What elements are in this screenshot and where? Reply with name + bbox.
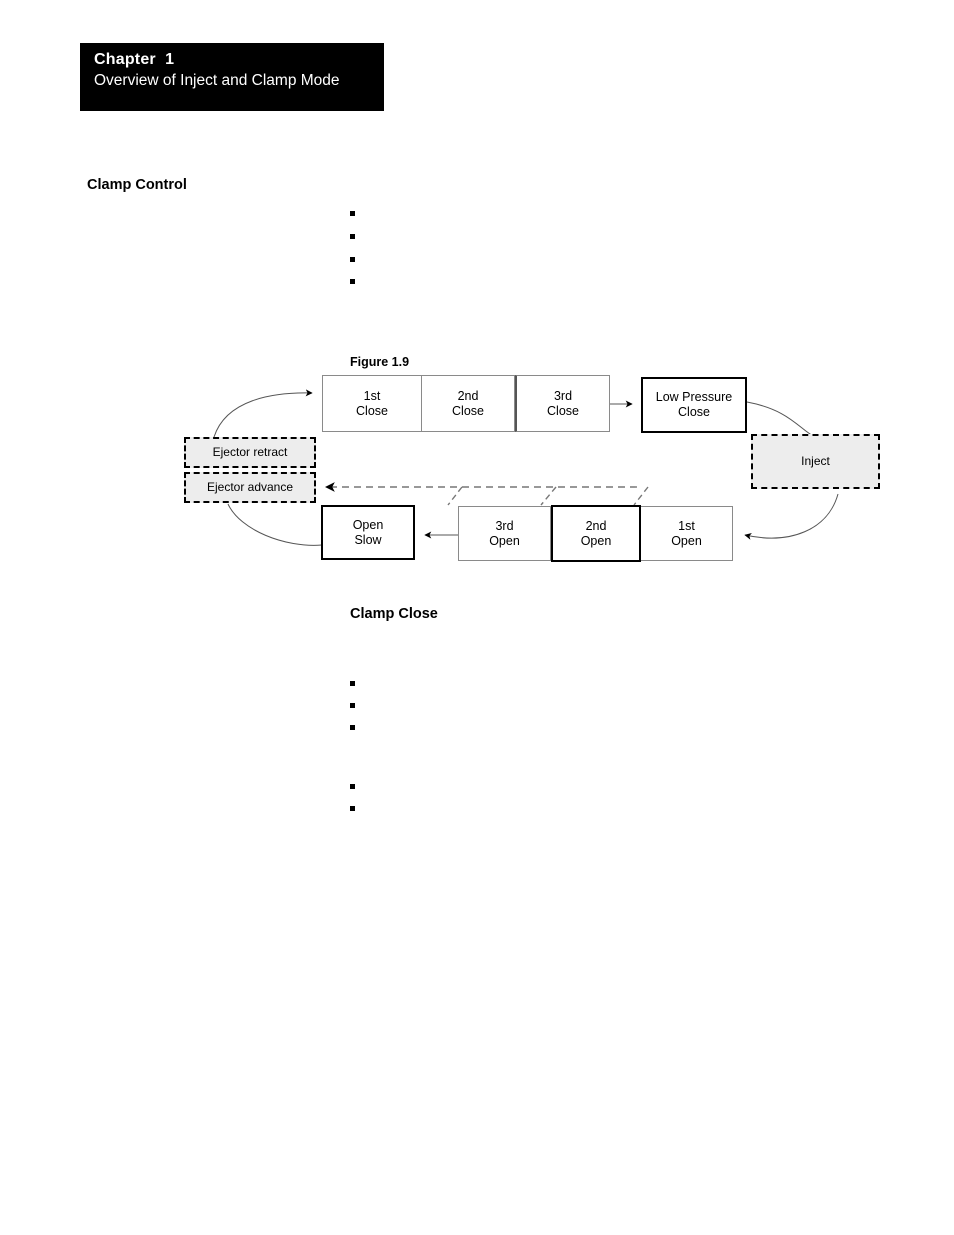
document-page: Chapter 1 Overview of Inject and Clamp M… [0, 0, 954, 1235]
section-heading-clamp-control: Clamp Control [87, 177, 187, 193]
bullet-marker [350, 234, 355, 239]
connector-ejector-to-first-close [213, 389, 313, 438]
bullet-marker [350, 703, 355, 708]
connector-dashed-drop-third-open [447, 486, 463, 506]
bullet-marker [350, 784, 355, 789]
bullet-marker [350, 681, 355, 686]
section-heading-clamp-close: Clamp Close [350, 606, 438, 622]
connector-dashed-drop-second-open [540, 486, 557, 506]
connector-dashed-drop-first-open [633, 486, 649, 506]
node-ejector-advance: Ejector advance [184, 472, 316, 503]
node-second-close: 2nd Close [422, 375, 515, 432]
figure-number: Figure 1.9 [350, 355, 410, 369]
chapter-header-bar: Chapter 1 Overview of Inject and Clamp M… [80, 43, 384, 111]
bullet-marker [350, 211, 355, 216]
bullet-marker [350, 806, 355, 811]
node-first-close: 1st Close [322, 375, 422, 432]
bullet-marker [350, 257, 355, 262]
bullet-marker [350, 725, 355, 730]
connector-inject-to-first-open [744, 493, 839, 540]
node-open-slow: Open Slow [321, 505, 415, 560]
node-inject: Inject [751, 434, 880, 489]
connector-low-pressure-to-inject [746, 401, 816, 438]
node-low-pressure-close: Low Pressure Close [641, 377, 747, 433]
node-ejector-retract: Ejector retract [184, 437, 316, 468]
node-third-open: 3rd Open [458, 506, 551, 561]
bullet-marker [350, 279, 355, 284]
node-third-close: 3rd Close [515, 375, 610, 432]
chapter-label: Chapter 1 [94, 51, 175, 68]
node-second-open: 2nd Open [551, 505, 641, 562]
connector-open-slow-to-ejector-advance [227, 503, 323, 546]
node-first-open: 1st Open [641, 506, 733, 561]
chapter-subtitle: Overview of Inject and Clamp Mode [94, 72, 340, 89]
